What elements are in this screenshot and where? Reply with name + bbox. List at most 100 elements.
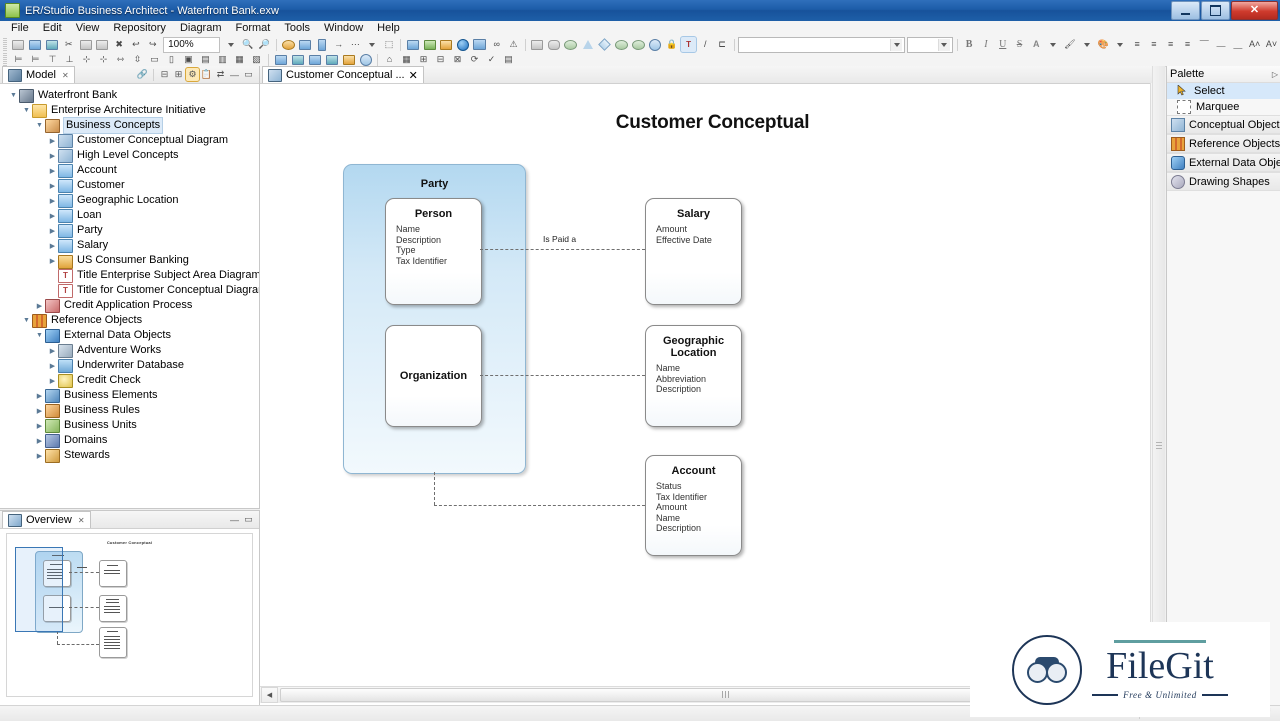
expand-all-icon[interactable]: ⊞: [172, 68, 185, 81]
maximize-icon[interactable]: ▭: [242, 68, 255, 81]
tree-item-title-enterprise-subject-area-diagram[interactable]: TTitle Enterprise Subject Area Diagram: [0, 268, 259, 283]
chevron-right-icon[interactable]: ▶: [47, 182, 58, 190]
align-left-icon[interactable]: ⊨: [11, 52, 26, 67]
tree-item-customer[interactable]: ▶Customer: [0, 178, 259, 193]
space-h-icon[interactable]: ⇿: [113, 52, 128, 67]
tree-item-credit-application-process[interactable]: ▶Credit Application Process: [0, 298, 259, 313]
align-bottom-icon[interactable]: ⊥: [62, 52, 77, 67]
palette-group-reference-objects[interactable]: Reference Objects: [1167, 134, 1280, 153]
toolbar-grip-2[interactable]: [3, 53, 7, 66]
font-name-select[interactable]: [738, 37, 905, 53]
line-style-dropdown-icon[interactable]: [365, 37, 380, 52]
chevron-right-icon[interactable]: ▶: [47, 212, 58, 220]
decrease-font-icon[interactable]: A˅: [1264, 37, 1279, 52]
chevron-right-icon[interactable]: ▶: [34, 422, 45, 430]
valign-middle-icon[interactable]: ⎼: [1214, 37, 1229, 52]
menu-tools[interactable]: Tools: [277, 21, 317, 36]
filter-icon[interactable]: ⚙: [186, 68, 199, 81]
chevron-right-icon[interactable]: ▶: [34, 437, 45, 445]
ruler-icon[interactable]: ⊟: [433, 52, 448, 67]
flip-v-icon[interactable]: [290, 52, 305, 67]
copy-icon[interactable]: 📋: [200, 68, 213, 81]
refresh-icon[interactable]: ⟳: [467, 52, 482, 67]
shadow-icon[interactable]: [358, 52, 373, 67]
entity-person[interactable]: Person Name Description Type Tax Identif…: [385, 198, 482, 305]
snap-icon[interactable]: ⊞: [416, 52, 431, 67]
entity-salary[interactable]: Salary Amount Effective Date: [645, 198, 742, 305]
menu-edit[interactable]: Edit: [36, 21, 69, 36]
menu-file[interactable]: File: [4, 21, 36, 36]
align-center-h-icon[interactable]: ⊹: [79, 52, 94, 67]
chevron-right-icon[interactable]: ▶: [47, 377, 58, 385]
tree-item-business-rules[interactable]: ▶Business Rules: [0, 403, 259, 418]
chevron-down-icon[interactable]: ▼: [21, 317, 32, 324]
chevron-down-icon[interactable]: ▼: [34, 122, 45, 129]
relationship-person-salary[interactable]: [480, 249, 645, 250]
chevron-right-icon[interactable]: ▶: [47, 167, 58, 175]
rounded-rect-shape-icon[interactable]: [547, 37, 562, 52]
rotate-left-icon[interactable]: [307, 52, 322, 67]
tree-item-us-consumer-banking[interactable]: ▶US Consumer Banking: [0, 253, 259, 268]
maximize-icon[interactable]: ▭: [242, 513, 255, 526]
bracket-shape-icon[interactable]: ⊏: [715, 37, 730, 52]
chevron-right-icon[interactable]: ▶: [34, 392, 45, 400]
diagram-canvas[interactable]: Customer Conceptual Party Person Name De…: [260, 84, 1165, 688]
globe-icon[interactable]: [456, 37, 471, 52]
match-size-icon[interactable]: ▣: [181, 52, 196, 67]
tree-item-customer-conceptual-diagram[interactable]: ▶Customer Conceptual Diagram: [0, 133, 259, 148]
zoom-fit-icon[interactable]: ⌂: [382, 52, 397, 67]
palette-group-conceptual-objects[interactable]: Conceptual Objects: [1167, 115, 1280, 134]
cylinder-shape-icon[interactable]: [631, 37, 646, 52]
tree-item-high-level-concepts[interactable]: ▶High Level Concepts: [0, 148, 259, 163]
chevron-right-icon[interactable]: ▶: [47, 362, 58, 370]
chevron-right-icon[interactable]: ▶: [47, 137, 58, 145]
collapse-all-icon[interactable]: ⊟: [158, 68, 171, 81]
align-right-icon[interactable]: ≡: [1163, 37, 1178, 52]
warning-icon[interactable]: ⚠: [506, 37, 521, 52]
pentagon-shape-icon[interactable]: [614, 37, 629, 52]
scissors-icon[interactable]: ✖: [112, 37, 127, 52]
zoom-in-icon[interactable]: 🔍: [240, 37, 255, 52]
entity-account[interactable]: Account Status Tax Identifier Amount Nam…: [645, 455, 742, 556]
attribute-icon[interactable]: [314, 37, 329, 52]
highlight-dropdown-icon[interactable]: [1079, 37, 1094, 52]
mirror-icon[interactable]: [341, 52, 356, 67]
zoom-level-input[interactable]: 100%: [163, 37, 220, 53]
open-icon[interactable]: [45, 37, 60, 52]
italic-button[interactable]: I: [979, 37, 994, 52]
scroll-left-button[interactable]: ◀: [261, 687, 278, 703]
zoom-dropdown-icon[interactable]: [223, 37, 238, 52]
increase-font-icon[interactable]: A˄: [1247, 37, 1262, 52]
close-button[interactable]: ✕: [1231, 1, 1278, 20]
font-color-icon[interactable]: A: [1029, 37, 1044, 52]
copy-icon[interactable]: [78, 37, 93, 52]
layout-icon[interactable]: ⊠: [450, 52, 465, 67]
circle-shape-icon[interactable]: [648, 37, 663, 52]
chevron-right-icon[interactable]: ▶: [47, 152, 58, 160]
chevron-right-icon[interactable]: ▶: [34, 302, 45, 310]
menu-repository[interactable]: Repository: [106, 21, 173, 36]
subject-area-icon[interactable]: [281, 37, 296, 52]
ellipse-shape-icon[interactable]: [564, 37, 579, 52]
align-left-icon[interactable]: ≡: [1130, 37, 1145, 52]
entity-geographic-location[interactable]: Geographic Location Name Abbreviation De…: [645, 325, 742, 427]
tree-item-stewards[interactable]: ▶Stewards: [0, 448, 259, 463]
send-back-icon[interactable]: ▧: [249, 52, 264, 67]
tree-item-business-concepts[interactable]: ▼Business Concepts: [0, 118, 259, 133]
align-center-v-icon[interactable]: ⊹: [96, 52, 111, 67]
undo-icon[interactable]: ↩: [129, 37, 144, 52]
font-color-dropdown-icon[interactable]: [1046, 37, 1061, 52]
close-icon[interactable]: ✕: [409, 69, 418, 82]
flip-h-icon[interactable]: [273, 52, 288, 67]
tree-item-party[interactable]: ▶Party: [0, 223, 259, 238]
business-element-icon[interactable]: [405, 37, 420, 52]
grid-icon[interactable]: ▦: [399, 52, 414, 67]
chevron-right-icon[interactable]: ▶: [47, 257, 58, 265]
bold-button[interactable]: B: [962, 37, 977, 52]
chevron-down-icon[interactable]: ▼: [34, 332, 45, 339]
relationship-organization-geographic-location[interactable]: [480, 375, 645, 376]
tree-item-business-units[interactable]: ▶Business Units: [0, 418, 259, 433]
tree-item-external-data-objects[interactable]: ▼External Data Objects: [0, 328, 259, 343]
minimize-icon[interactable]: —: [228, 68, 241, 81]
fill-color-icon[interactable]: 🎨: [1096, 37, 1111, 52]
